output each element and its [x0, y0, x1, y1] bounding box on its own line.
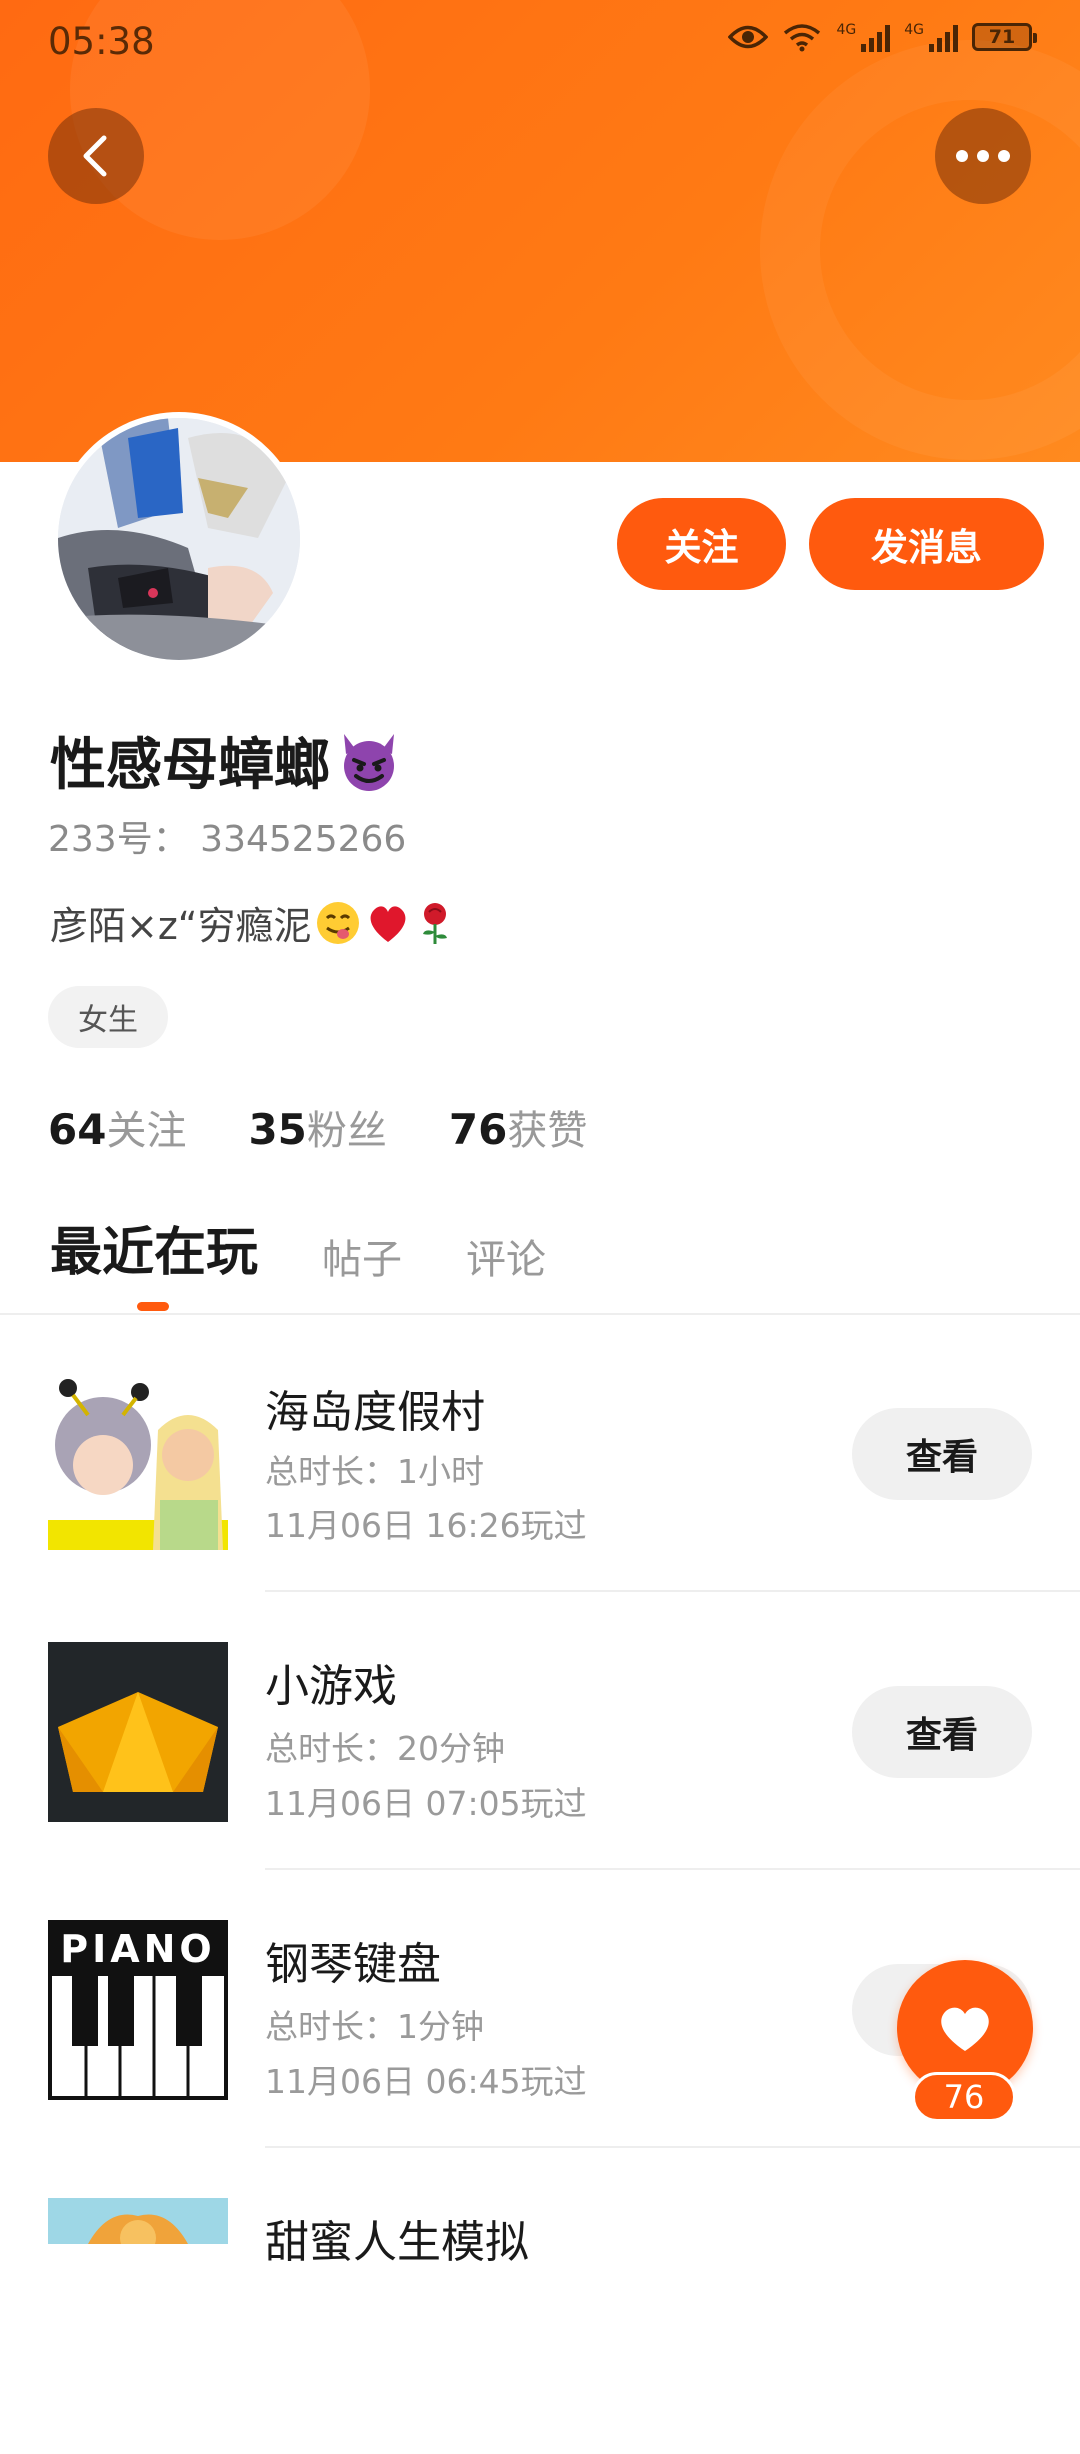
- back-button[interactable]: [48, 108, 144, 204]
- eye-icon: [728, 25, 769, 49]
- following-label: 关注: [106, 1108, 187, 1154]
- profile-tabs: 最近在玩 帖子 评论: [50, 1210, 546, 1285]
- status-time: 05:38: [48, 20, 155, 63]
- tab-posts[interactable]: 帖子: [322, 1227, 402, 1285]
- game-list-item[interactable]: 海岛度假村 总时长：1小时 11月06日 16:26玩过 查看: [0, 1342, 1080, 1620]
- likes-stat[interactable]: 76获赞: [449, 1098, 587, 1156]
- game-last-played: 11月06日 16:26玩过: [265, 1506, 587, 1545]
- view-button[interactable]: 查看: [852, 1686, 1032, 1778]
- follow-button[interactable]: 关注: [617, 498, 786, 590]
- signal-icon: 4G: [904, 22, 958, 52]
- view-button[interactable]: 查看: [852, 1408, 1032, 1500]
- smiling-devil-emoji-icon: [344, 733, 394, 791]
- more-dots-icon: [956, 150, 1010, 162]
- tongue-face-emoji-icon: [317, 901, 360, 944]
- status-bar: 05:38 4G 4G 71: [0, 0, 1080, 86]
- network-type: 4G: [836, 22, 857, 38]
- bio: 彦陌×z“穷瘾泥: [50, 895, 455, 950]
- avatar[interactable]: [52, 412, 306, 666]
- tab-comments[interactable]: 评论: [466, 1227, 546, 1285]
- banner-decoration: [760, 40, 1080, 460]
- row-divider: [265, 1590, 1080, 1592]
- game-duration: 总时长：1分钟: [265, 2007, 484, 2046]
- game-name: 海岛度假村: [265, 1387, 485, 1438]
- row-divider: [265, 1868, 1080, 1870]
- nickname-text: 性感母蟑螂: [50, 733, 330, 798]
- gender-tag: 女生: [48, 986, 168, 1048]
- signal-icon: 4G: [836, 22, 891, 52]
- game-list-item[interactable]: 小游戏 总时长：20分钟 11月06日 07:05玩过 查看: [0, 1620, 1080, 1898]
- likes-label: 获赞: [507, 1108, 588, 1154]
- battery-level: 71: [988, 26, 1016, 48]
- game-duration: 总时长：20分钟: [265, 1729, 505, 1768]
- following-stat[interactable]: 64关注: [48, 1098, 186, 1156]
- followers-label: 粉丝: [306, 1108, 387, 1154]
- user-id-value: 334525266: [200, 819, 407, 860]
- user-id-label: 233号：: [48, 819, 189, 860]
- network-type: 4G: [904, 22, 924, 38]
- tab-recently-played[interactable]: 最近在玩: [50, 1210, 258, 1285]
- like-count-badge: 76: [912, 2072, 1016, 2122]
- nickname: 性感母蟑螂: [50, 720, 402, 801]
- status-icons: 4G 4G 71: [728, 22, 1037, 52]
- battery-icon: 71: [972, 23, 1037, 51]
- send-message-button[interactable]: 发消息: [809, 498, 1044, 590]
- game-last-played: 11月06日 07:05玩过: [265, 1784, 587, 1823]
- game-thumbnail: [48, 1370, 228, 1550]
- wifi-icon: [784, 24, 821, 52]
- rose-emoji-icon: [423, 902, 448, 944]
- game-name: 甜蜜人生模拟: [265, 2217, 529, 2268]
- user-id: 233号： 334525266: [48, 810, 406, 862]
- likes-count: 76: [448, 1105, 508, 1154]
- game-name: 小游戏: [265, 1661, 397, 1712]
- red-heart-emoji-icon: [371, 905, 406, 942]
- followers-count: 35: [248, 1105, 307, 1154]
- bio-text: 彦陌×z“穷瘾泥: [50, 904, 312, 948]
- game-thumbnail: [48, 2198, 228, 2244]
- chevron-left-icon: [83, 135, 107, 177]
- followers-stat[interactable]: 35粉丝: [248, 1098, 386, 1156]
- active-tab-indicator: [137, 1302, 169, 1311]
- row-divider: [265, 2146, 1080, 2148]
- following-count: 64: [48, 1105, 107, 1154]
- game-thumbnail: [48, 1642, 228, 1822]
- game-list-item[interactable]: 甜蜜人生模拟: [0, 2176, 1080, 2454]
- tab-divider: [0, 1313, 1080, 1315]
- more-button[interactable]: [935, 108, 1031, 204]
- profile-stats: 64关注 35粉丝 76获赞: [48, 1098, 587, 1156]
- heart-icon: [941, 2007, 989, 2051]
- avatar-image: [58, 418, 300, 660]
- game-thumbnail: PIANO: [48, 1920, 228, 2100]
- game-thumbnail-text: PIANO: [60, 1927, 216, 1971]
- game-last-played: 11月06日 06:45玩过: [265, 2062, 587, 2101]
- game-duration: 总时长：1小时: [265, 1452, 484, 1491]
- game-name: 钢琴键盘: [265, 1939, 441, 1990]
